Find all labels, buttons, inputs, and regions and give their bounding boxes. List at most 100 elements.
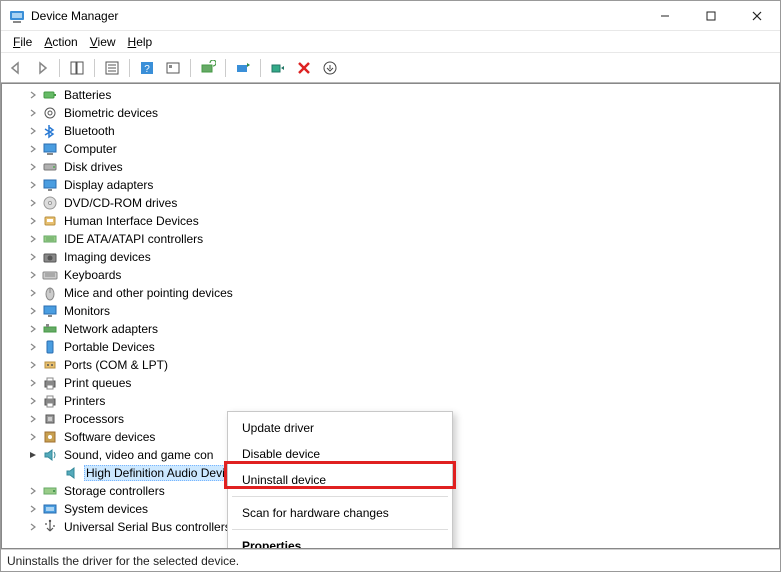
expander-icon[interactable] bbox=[26, 304, 40, 318]
expander-icon[interactable] bbox=[26, 142, 40, 156]
tree-item-label: Batteries bbox=[62, 88, 113, 102]
expander-icon[interactable] bbox=[26, 178, 40, 192]
enable-device-button[interactable] bbox=[267, 57, 289, 79]
display-icon bbox=[42, 177, 58, 193]
cd-icon bbox=[42, 195, 58, 211]
expander-icon[interactable] bbox=[26, 358, 40, 372]
expander-icon[interactable] bbox=[26, 196, 40, 210]
ctx-update-driver[interactable]: Update driver bbox=[228, 415, 452, 441]
expander-icon[interactable] bbox=[26, 88, 40, 102]
ctx-properties[interactable]: Properties bbox=[228, 533, 452, 549]
expander-icon[interactable] bbox=[26, 106, 40, 120]
expander-icon[interactable] bbox=[26, 520, 40, 534]
mouse-icon bbox=[42, 285, 58, 301]
tree-item-label: Display adapters bbox=[62, 178, 155, 192]
tree-item[interactable]: Display adapters bbox=[8, 176, 779, 194]
maximize-button[interactable] bbox=[688, 1, 734, 31]
expander-icon[interactable] bbox=[26, 268, 40, 282]
menu-view[interactable]: View bbox=[84, 33, 122, 51]
show-tree-button[interactable] bbox=[66, 57, 88, 79]
tree-item[interactable]: Monitors bbox=[8, 302, 779, 320]
tree-item-label: Disk drives bbox=[62, 160, 125, 174]
printer-icon bbox=[42, 393, 58, 409]
tree-item[interactable]: DVD/CD-ROM drives bbox=[8, 194, 779, 212]
expander-icon[interactable] bbox=[26, 448, 40, 462]
tree-item[interactable]: Ports (COM & LPT) bbox=[8, 356, 779, 374]
back-button[interactable] bbox=[5, 57, 27, 79]
properties-button[interactable] bbox=[101, 57, 123, 79]
expander-spacer bbox=[48, 466, 62, 480]
network-icon bbox=[42, 321, 58, 337]
tree-item[interactable]: Mice and other pointing devices bbox=[8, 284, 779, 302]
expander-icon[interactable] bbox=[26, 376, 40, 390]
expander-icon[interactable] bbox=[26, 484, 40, 498]
toolbar-separator bbox=[225, 59, 226, 77]
update-driver-button[interactable] bbox=[232, 57, 254, 79]
hid-icon bbox=[42, 213, 58, 229]
close-button[interactable] bbox=[734, 1, 780, 31]
minimize-button[interactable] bbox=[642, 1, 688, 31]
tree-item[interactable]: IDE ATA/ATAPI controllers bbox=[8, 230, 779, 248]
forward-button[interactable] bbox=[31, 57, 53, 79]
expander-icon[interactable] bbox=[26, 124, 40, 138]
app-icon bbox=[9, 8, 25, 24]
expander-icon[interactable] bbox=[26, 322, 40, 336]
expander-icon[interactable] bbox=[26, 430, 40, 444]
tree-item-label: Processors bbox=[62, 412, 126, 426]
ctx-uninstall-device[interactable]: Uninstall device bbox=[228, 467, 452, 493]
expander-icon[interactable] bbox=[26, 502, 40, 516]
scan-button[interactable] bbox=[197, 57, 219, 79]
tree-item[interactable]: Bluetooth bbox=[8, 122, 779, 140]
tree-item[interactable]: Batteries bbox=[8, 86, 779, 104]
keyboard-icon bbox=[42, 267, 58, 283]
tree-item[interactable]: Keyboards bbox=[8, 266, 779, 284]
expander-icon[interactable] bbox=[26, 160, 40, 174]
down-arrow-button[interactable] bbox=[319, 57, 341, 79]
tree-item[interactable]: Biometric devices bbox=[8, 104, 779, 122]
tree-item[interactable]: Network adapters bbox=[8, 320, 779, 338]
ide-icon bbox=[42, 231, 58, 247]
expander-icon[interactable] bbox=[26, 250, 40, 264]
tree-item[interactable]: Disk drives bbox=[8, 158, 779, 176]
svg-text:?: ? bbox=[144, 64, 150, 75]
ctx-scan-hardware[interactable]: Scan for hardware changes bbox=[228, 500, 452, 526]
tree-item[interactable]: Human Interface Devices bbox=[8, 212, 779, 230]
tree-item-label: Monitors bbox=[62, 304, 112, 318]
tree-item[interactable]: Imaging devices bbox=[8, 248, 779, 266]
toolbar-separator bbox=[94, 59, 95, 77]
toolbar-separator bbox=[129, 59, 130, 77]
tree-item-label: Printers bbox=[62, 394, 107, 408]
tree-item[interactable]: Print queues bbox=[8, 374, 779, 392]
help-button[interactable]: ? bbox=[136, 57, 158, 79]
tree-item-label: Keyboards bbox=[62, 268, 123, 282]
show-hidden-button[interactable] bbox=[162, 57, 184, 79]
toolbar-separator bbox=[59, 59, 60, 77]
device-manager-window: Device Manager File Action View Help ? B… bbox=[0, 0, 781, 572]
context-menu: Update driver Disable device Uninstall d… bbox=[227, 411, 453, 549]
window-title: Device Manager bbox=[31, 9, 642, 23]
finger-icon bbox=[42, 105, 58, 121]
ctx-disable-device[interactable]: Disable device bbox=[228, 441, 452, 467]
tree-item[interactable]: Computer bbox=[8, 140, 779, 158]
menu-help[interactable]: Help bbox=[122, 33, 159, 51]
tree-item[interactable]: Portable Devices bbox=[8, 338, 779, 356]
ctx-separator bbox=[232, 529, 448, 530]
tree-item-label: Biometric devices bbox=[62, 106, 160, 120]
printer-icon bbox=[42, 375, 58, 391]
menu-action[interactable]: Action bbox=[38, 33, 83, 51]
expander-icon[interactable] bbox=[26, 340, 40, 354]
monitor-icon bbox=[42, 303, 58, 319]
expander-icon[interactable] bbox=[26, 232, 40, 246]
storage-icon bbox=[42, 483, 58, 499]
expander-icon[interactable] bbox=[26, 214, 40, 228]
tree-item[interactable]: Printers bbox=[8, 392, 779, 410]
menu-file[interactable]: File bbox=[7, 33, 38, 51]
expander-icon[interactable] bbox=[26, 286, 40, 300]
battery-icon bbox=[42, 87, 58, 103]
bluetooth-icon bbox=[42, 123, 58, 139]
speaker-icon bbox=[64, 465, 80, 481]
expander-icon[interactable] bbox=[26, 412, 40, 426]
uninstall-device-button[interactable] bbox=[293, 57, 315, 79]
tree-item-label: Computer bbox=[62, 142, 119, 156]
expander-icon[interactable] bbox=[26, 394, 40, 408]
